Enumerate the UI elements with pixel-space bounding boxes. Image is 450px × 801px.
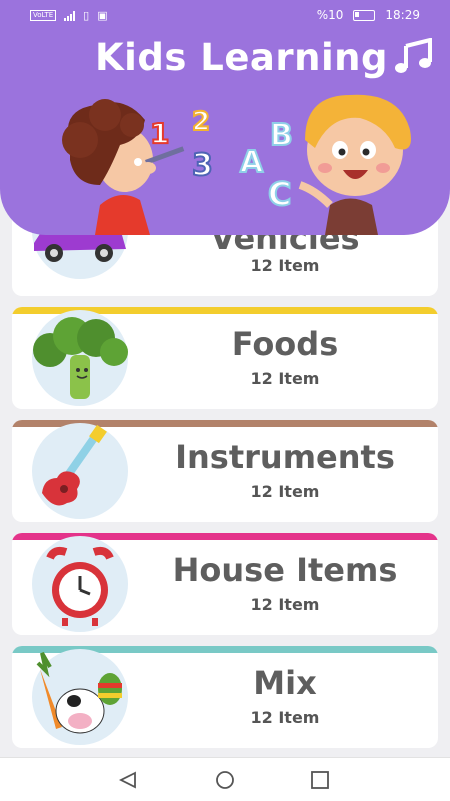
recents-icon[interactable] [310, 771, 330, 789]
category-count: 12 Item [250, 595, 320, 614]
category-card-foods[interactable]: Foods 12 Item [12, 307, 438, 409]
category-card-mix[interactable]: Mix 12 Item [12, 646, 438, 748]
back-icon[interactable] [118, 771, 138, 789]
category-count: 12 Item [250, 482, 320, 501]
battery-icon [353, 9, 376, 21]
kids-illustration: 1 2 3 A B C [62, 94, 411, 235]
svg-text:C: C [268, 175, 291, 213]
volte-indicator: VoLTE [30, 10, 57, 21]
clock: 18:29 [385, 8, 420, 22]
svg-text:B: B [270, 118, 293, 153]
broccoli-icon [32, 310, 128, 406]
svg-text:3: 3 [192, 148, 213, 183]
category-name: Foods [231, 325, 339, 363]
category-card-instruments[interactable]: Instruments 12 Item [12, 420, 438, 522]
svg-text:1: 1 [150, 117, 169, 150]
header-banner: Kids Learning 1 2 3 A B C [0, 0, 450, 235]
svg-text:2: 2 [192, 107, 210, 137]
category-name: House Items [172, 551, 398, 589]
status-bar: VoLTE ▯ ▣ %10 18:29 [0, 0, 450, 30]
category-count: 12 Item [250, 708, 320, 727]
right-boy-illustration [298, 94, 411, 235]
category-count: 12 Item [250, 369, 320, 388]
notification-icon: ▣ [97, 9, 108, 22]
battery-percent: %10 [316, 8, 344, 22]
alarm-clock-icon [32, 536, 128, 632]
category-name: Mix [253, 664, 317, 702]
guitar-icon [32, 423, 128, 519]
signal-icon [64, 10, 76, 21]
svg-text:A: A [240, 145, 264, 180]
system-nav-bar [0, 757, 450, 801]
category-count: 12 Item [250, 256, 320, 275]
category-card-house-items[interactable]: House Items 12 Item [12, 533, 438, 635]
home-icon[interactable] [215, 771, 235, 789]
mixed-items-icon [32, 649, 128, 745]
vibrate-icon: ▯ [83, 9, 90, 22]
category-name: Instruments [175, 438, 395, 476]
